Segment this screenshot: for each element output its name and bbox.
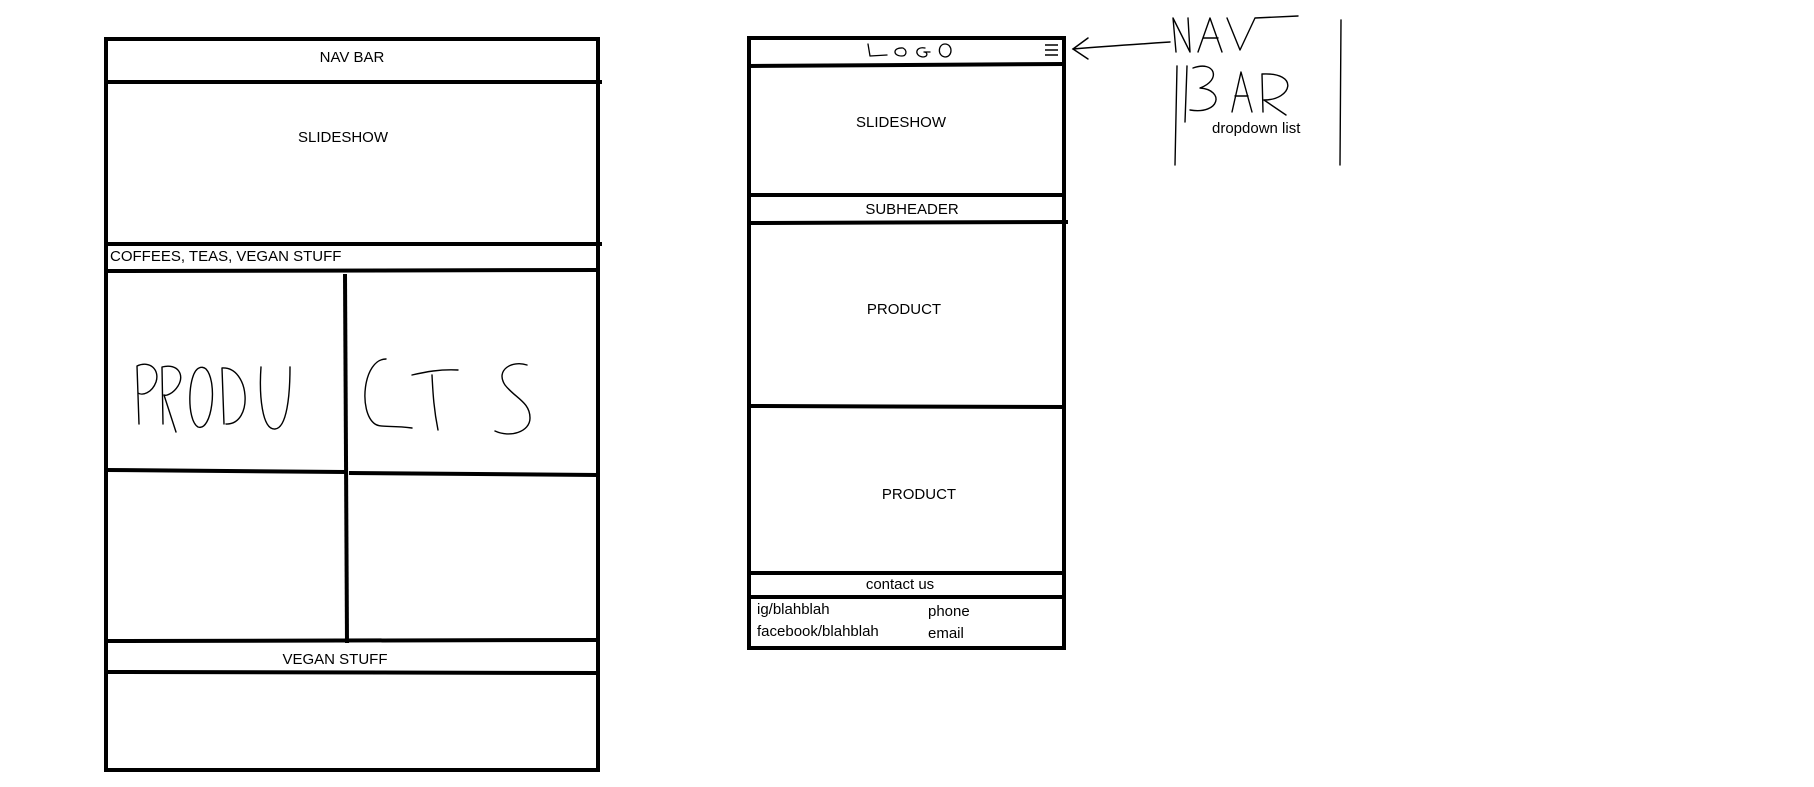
mobile-footer-email: email	[928, 625, 964, 642]
desktop-slideshow-label: SLIDESHOW	[297, 129, 389, 146]
logo-scribble	[867, 43, 952, 58]
desktop-vegan-stuff-label: VEGAN STUFF	[282, 651, 388, 668]
desktop-category-divider	[105, 268, 599, 273]
mobile-subheader-divider	[748, 220, 1069, 225]
desktop-categories-label: COFFEES, TEAS, VEGAN STUFF	[110, 248, 342, 265]
mobile-contact-us-label: contact us	[865, 576, 935, 593]
desktop-nav-bar-label: NAV BAR	[319, 49, 385, 66]
mobile-footer-ig: ig/blahblah	[757, 601, 830, 618]
desktop-product-row-divider-right	[348, 471, 599, 477]
mobile-slideshow-label: SLIDESHOW	[855, 114, 947, 131]
desktop-product-col-divider	[343, 273, 349, 644]
desktop-product-row-divider-left	[105, 468, 346, 474]
nav-bar-scribble	[1172, 15, 1342, 166]
mobile-subheader-label: SUBHEADER	[865, 201, 959, 218]
mobile-footer-phone: phone	[928, 603, 970, 620]
products-scribble	[136, 358, 531, 435]
desktop-products-bottom-divider	[103, 638, 599, 643]
mobile-product-label-2: PRODUCT	[881, 486, 957, 503]
desktop-vegan-divider	[105, 670, 599, 675]
mobile-product-divider	[748, 404, 1067, 409]
mobile-nav-divider	[748, 62, 1065, 68]
hamburger-menu-icon	[1045, 44, 1058, 56]
mobile-footer-facebook: facebook/blahblah	[757, 623, 879, 640]
dropdown-list-note: dropdown list	[1212, 120, 1301, 137]
annotation-arrow	[1071, 37, 1171, 60]
mobile-product-label: PRODUCT	[866, 301, 942, 318]
